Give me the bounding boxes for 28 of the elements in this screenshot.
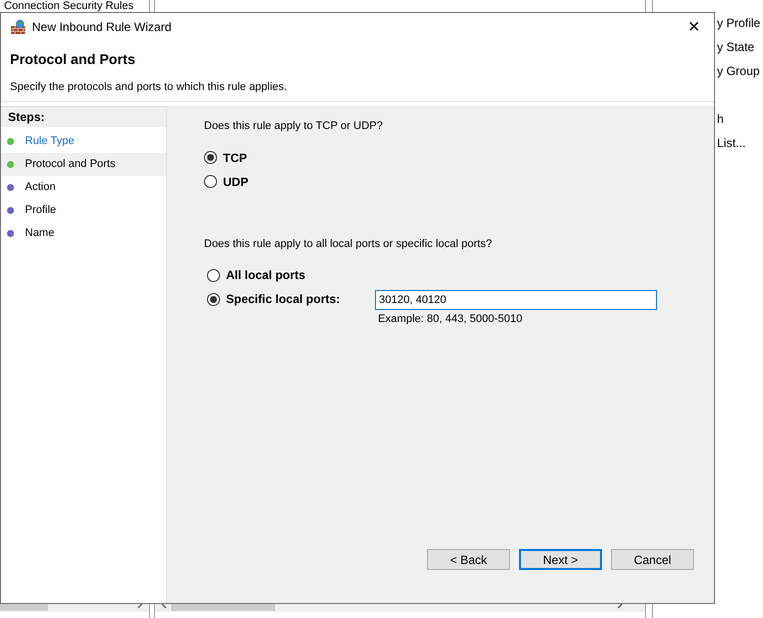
pane-link[interactable]: List... <box>717 134 763 158</box>
step-item[interactable]: Action <box>1 176 166 199</box>
dialog-button[interactable]: < Back <box>427 549 510 570</box>
tree-item[interactable]: Connection Security Rules <box>0 0 149 14</box>
step-item[interactable]: Profile <box>1 199 166 222</box>
pane-link[interactable]: y State <box>717 38 763 62</box>
firewall-icon <box>10 18 26 34</box>
radio-button[interactable]: Specific local ports: <box>207 290 375 308</box>
radio-button[interactable]: All local ports <box>207 266 306 284</box>
radio-button[interactable]: UDP <box>204 172 248 190</box>
page-description: Specify the protocols and ports to which this rule applies. <box>10 80 288 95</box>
pane-link[interactable]: y Group <box>717 62 763 86</box>
pane-link[interactable]: y Profile <box>717 14 763 38</box>
steps-heading: Steps: <box>1 107 166 127</box>
page-heading: Protocol and Ports <box>10 50 136 69</box>
step-item[interactable]: Rule Type <box>1 130 166 153</box>
example-hint: Example: 80, 443, 5000-5010 <box>378 312 524 327</box>
close-button[interactable]: × <box>682 14 706 38</box>
dialog-button[interactable]: Next > <box>519 549 602 570</box>
dialog-button[interactable]: Cancel <box>611 549 694 570</box>
step-item[interactable]: Name <box>1 222 166 245</box>
radio-button[interactable]: TCP <box>204 148 247 166</box>
question-text: Does this rule apply to all local ports or specific local ports? <box>204 236 493 252</box>
step-item[interactable]: Protocol and Ports <box>1 153 166 176</box>
ports-input-field[interactable]: 30120, 40120 <box>375 290 657 310</box>
pane-link[interactable]: h <box>717 110 763 134</box>
window-title: New Inbound Rule Wizard <box>32 18 172 36</box>
question-text: Does this rule apply to TCP or UDP? <box>204 119 384 134</box>
